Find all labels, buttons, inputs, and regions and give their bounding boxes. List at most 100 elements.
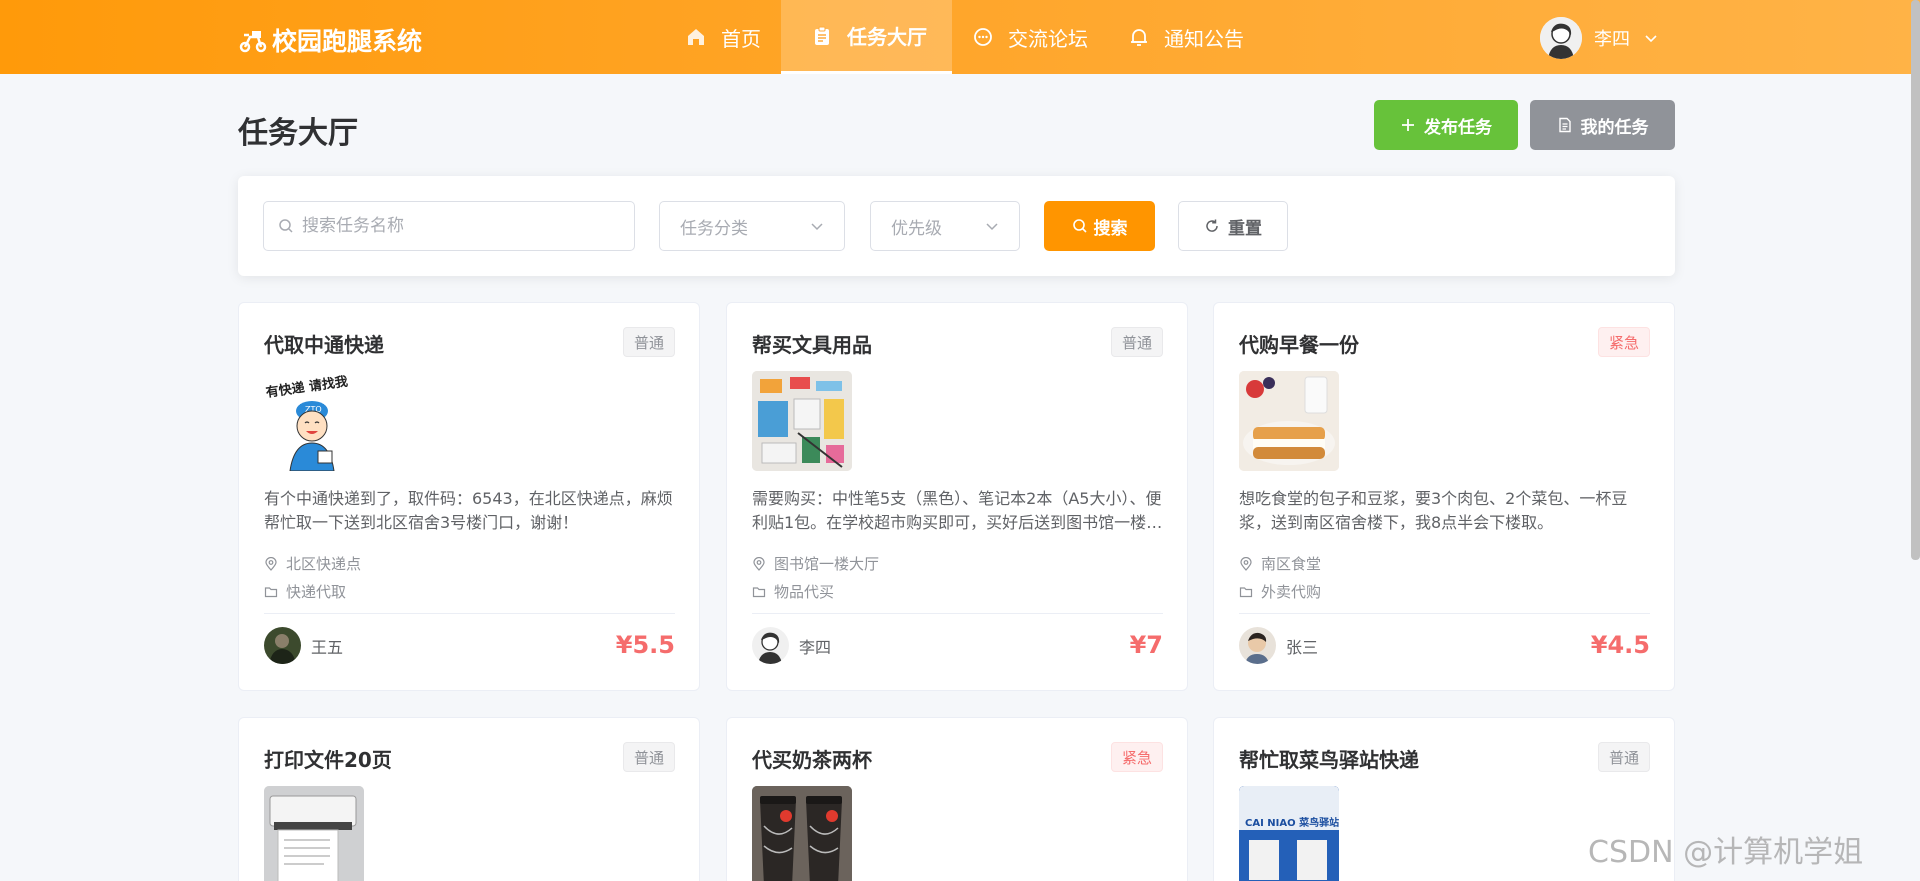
- owner-name: 张三: [1286, 637, 1319, 657]
- nav-notice-label: 通知公告: [1164, 26, 1244, 51]
- app-logo[interactable]: 校园跑腿系统: [238, 22, 422, 58]
- task-category-text: 快递代取: [286, 583, 347, 601]
- owner-avatar: [1239, 627, 1276, 664]
- priority-tag: 普通: [622, 327, 675, 357]
- nav-task-hall[interactable]: 任务大厅: [781, 0, 952, 74]
- owner-name: 李四: [799, 637, 832, 657]
- task-card[interactable]: 代取中通快递 普通 有快递 请找我 ZTO 有个中通快递到了，取件码：6543，…: [238, 302, 700, 691]
- task-location: 北区快递点: [264, 553, 361, 574]
- priority-tag: 普通: [1597, 742, 1650, 772]
- location-pin-icon: [264, 556, 278, 571]
- task-card[interactable]: 代买奶茶两杯 紧急: [726, 717, 1188, 881]
- task-price: ¥4.5: [1590, 631, 1650, 659]
- priority-select[interactable]: 优先级: [870, 201, 1020, 251]
- folder-icon: [752, 585, 766, 599]
- task-location-text: 北区快递点: [286, 555, 362, 573]
- task-image: [264, 786, 364, 881]
- task-category-text: 物品代买: [774, 583, 835, 601]
- document-icon: [1557, 117, 1573, 133]
- reset-button[interactable]: 重置: [1178, 201, 1288, 251]
- nav-notice[interactable]: 通知公告: [1108, 0, 1264, 74]
- search-input[interactable]: [302, 216, 602, 236]
- nav-forum-label: 交流论坛: [1008, 26, 1088, 51]
- task-owner: 王五: [264, 627, 343, 664]
- task-location: 南区食堂: [1239, 553, 1321, 574]
- task-title: 代购早餐一份: [1239, 333, 1359, 357]
- publish-task-button[interactable]: 发布任务: [1374, 100, 1518, 150]
- owner-avatar: [752, 627, 789, 664]
- task-title: 帮忙取菜鸟驿站快递: [1239, 748, 1419, 772]
- task-category-text: 外卖代购: [1261, 583, 1322, 601]
- task-title: 代取中通快递: [264, 333, 384, 357]
- task-price: ¥5.5: [615, 631, 675, 659]
- task-location: 图书馆一楼大厅: [752, 553, 879, 574]
- search-icon: [278, 218, 294, 234]
- search-icon: [1072, 218, 1088, 234]
- user-avatar: [1540, 17, 1582, 59]
- search-panel: 任务分类 优先级 搜索 重置: [238, 176, 1675, 276]
- task-description: 有个中通快递到了，取件码：6543，在北区快递点，麻烦帮忙取一下送到北区宿舍3号…: [264, 489, 673, 532]
- nav-home[interactable]: 首页: [665, 0, 781, 74]
- my-tasks-button[interactable]: 我的任务: [1530, 100, 1675, 150]
- priority-tag: 紧急: [1110, 742, 1163, 772]
- task-image: CAI NIAO 菜鸟驿站: [1239, 786, 1339, 881]
- publish-task-label: 发布任务: [1424, 117, 1492, 138]
- top-navbar: 校园跑腿系统 首页 任务大厅 交流论坛 通知公告 李四: [0, 0, 1920, 74]
- thumb-sign-text: CAI NIAO 菜鸟驿站: [1245, 816, 1339, 829]
- nav-task-hall-label: 任务大厅: [847, 25, 927, 49]
- task-card[interactable]: 帮买文具用品 普通 需要购买：中性笔5支（黑色）、笔记本2本（A5大小）、便利贴…: [726, 302, 1188, 691]
- page-title: 任务大厅: [238, 116, 358, 151]
- my-tasks-label: 我的任务: [1580, 117, 1649, 138]
- chat-icon: [972, 26, 994, 48]
- task-card[interactable]: 代购早餐一份 紧急 想吃食堂的包子和豆浆，要3个肉包、2个菜包、一杯豆浆，送到南…: [1213, 302, 1675, 691]
- task-owner: 张三: [1239, 627, 1318, 664]
- reset-button-label: 重置: [1228, 218, 1262, 239]
- scooter-icon: [239, 31, 267, 53]
- app-title: 校园跑腿系统: [272, 27, 423, 56]
- priority-tag: 普通: [1110, 327, 1163, 357]
- chevron-down-icon: [810, 219, 824, 233]
- watermark-text: CSDN @计算机学姐: [1588, 835, 1864, 870]
- card-divider: [752, 613, 1163, 614]
- thumb-caption: 有快递 请找我: [265, 374, 349, 401]
- clipboard-icon: [811, 25, 833, 47]
- task-price: ¥7: [1129, 631, 1163, 659]
- task-card[interactable]: 打印文件20页 普通: [238, 717, 700, 881]
- priority-tag: 普通: [622, 742, 675, 772]
- task-title: 代买奶茶两杯: [752, 748, 872, 772]
- task-image: [752, 371, 852, 471]
- location-pin-icon: [752, 556, 766, 571]
- page-scrollbar[interactable]: [1911, 0, 1920, 560]
- task-image: 有快递 请找我 ZTO: [264, 371, 364, 471]
- user-name: 李四: [1594, 29, 1630, 50]
- folder-icon: [264, 585, 278, 599]
- search-field[interactable]: [263, 201, 635, 251]
- task-owner: 李四: [752, 627, 831, 664]
- task-location-text: 图书馆一楼大厅: [774, 555, 880, 573]
- bell-icon: [1128, 26, 1150, 48]
- task-image: [752, 786, 852, 881]
- chevron-down-icon: [1644, 31, 1658, 45]
- category-select[interactable]: 任务分类: [659, 201, 845, 251]
- task-category: 外卖代购: [1239, 581, 1321, 602]
- category-placeholder: 任务分类: [680, 218, 748, 239]
- refresh-icon: [1204, 218, 1220, 234]
- task-description: 需要购买：中性笔5支（黑色）、笔记本2本（A5大小）、便利贴1包。在学校超市购买…: [752, 489, 1163, 532]
- priority-placeholder: 优先级: [891, 218, 942, 239]
- task-title: 帮买文具用品: [752, 333, 872, 357]
- task-image: [1239, 371, 1339, 471]
- nav-forum[interactable]: 交流论坛: [952, 0, 1108, 74]
- task-description: 想吃食堂的包子和豆浆，要3个肉包、2个菜包、一杯豆浆，送到南区宿舍楼下，我8点半…: [1239, 489, 1628, 532]
- chevron-down-icon: [985, 219, 999, 233]
- card-divider: [264, 613, 675, 614]
- plus-icon: [1400, 117, 1416, 133]
- search-button[interactable]: 搜索: [1044, 201, 1155, 251]
- task-category: 物品代买: [752, 581, 834, 602]
- task-title: 打印文件20页: [264, 748, 392, 772]
- main-nav: 首页 任务大厅 交流论坛 通知公告: [665, 0, 1264, 74]
- task-location-text: 南区食堂: [1261, 555, 1322, 573]
- folder-icon: [1239, 585, 1253, 599]
- user-menu[interactable]: 李四: [1540, 17, 1658, 59]
- location-pin-icon: [1239, 556, 1253, 571]
- owner-avatar: [264, 627, 301, 664]
